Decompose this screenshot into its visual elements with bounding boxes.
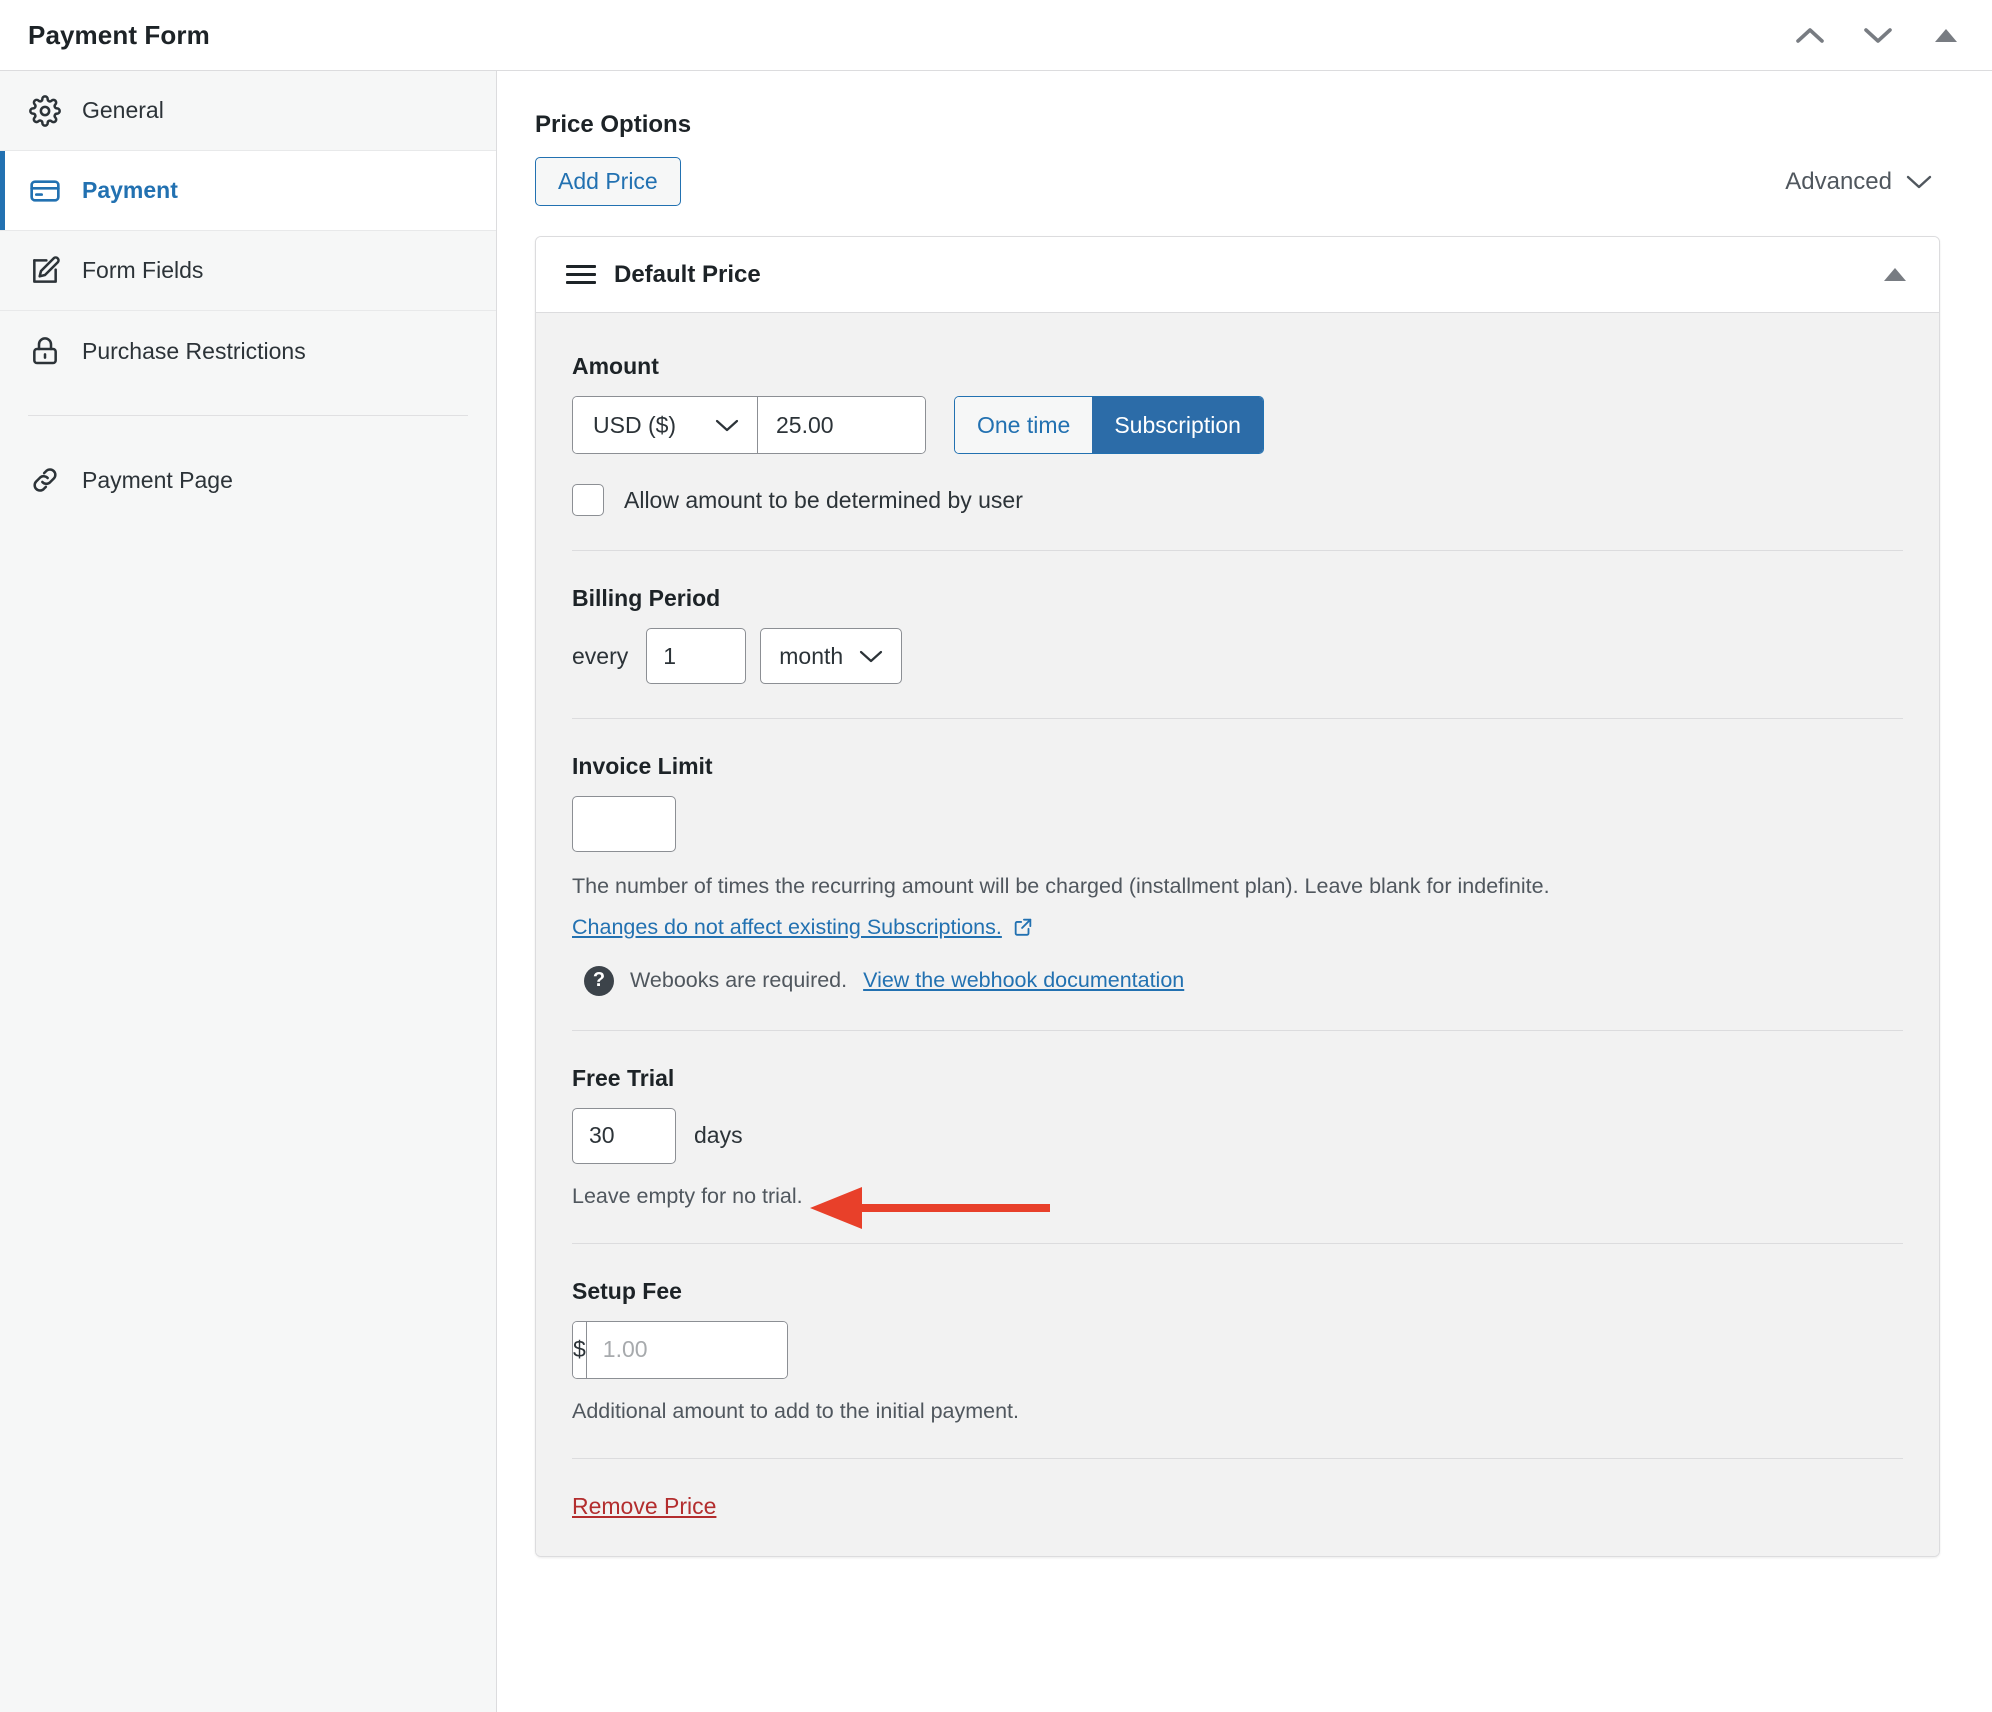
sidebar-item-payment[interactable]: Payment — [0, 151, 496, 231]
sidebar-item-label: Form Fields — [82, 257, 203, 284]
divider — [572, 1458, 1903, 1459]
price-card-title: Default Price — [614, 261, 761, 289]
billing-unit-select[interactable]: month — [760, 628, 902, 684]
advanced-label: Advanced — [1785, 168, 1892, 196]
subscription-button[interactable]: Subscription — [1092, 397, 1263, 453]
link-icon — [28, 463, 62, 497]
external-link-icon — [1012, 916, 1034, 938]
setup-fee-label: Setup Fee — [572, 1278, 1903, 1305]
free-trial-unit-label: days — [694, 1122, 743, 1149]
chevron-down-icon — [1906, 174, 1932, 190]
existing-subscriptions-link[interactable]: Changes do not affect existing Subscript… — [572, 915, 1002, 940]
window-titlebar: Payment Form — [0, 0, 1992, 71]
divider — [572, 1030, 1903, 1031]
settings-sidebar: General Payment — [0, 71, 497, 1712]
setup-fee-note: Additional amount to add to the initial … — [572, 1399, 1903, 1424]
sidebar-item-label: Payment Page — [82, 467, 233, 494]
currency-select[interactable]: USD ($) — [573, 397, 758, 453]
webhook-documentation-link[interactable]: View the webhook documentation — [863, 968, 1184, 993]
divider — [572, 718, 1903, 719]
allow-user-amount-checkbox[interactable] — [572, 484, 604, 516]
payment-form-window: Payment Form — [0, 0, 1992, 1712]
payment-settings-panel: Price Options Add Price Advanced Default… — [497, 71, 1992, 1712]
setup-fee-group: $ — [572, 1321, 788, 1379]
free-trial-input[interactable] — [572, 1108, 676, 1164]
edit-square-icon — [28, 254, 62, 288]
price-card-default: Default Price Amount USD ($) — [535, 236, 1940, 1556]
price-card-collapse-toggle[interactable] — [1875, 268, 1915, 281]
free-trial-label: Free Trial — [572, 1065, 1903, 1092]
invoice-limit-input[interactable] — [572, 796, 676, 852]
titlebar-actions — [1788, 13, 1992, 57]
triangle-up-icon — [1884, 268, 1906, 281]
sidebar-divider — [28, 415, 468, 416]
move-down-button[interactable] — [1856, 13, 1900, 57]
drag-handle-icon[interactable] — [566, 265, 596, 284]
currency-symbol: $ — [573, 1322, 587, 1378]
window-body: General Payment — [0, 71, 1992, 1712]
move-up-button[interactable] — [1788, 13, 1832, 57]
payment-mode-segmented: One time Subscription — [954, 396, 1264, 454]
billing-interval-input[interactable] — [646, 628, 746, 684]
billing-unit-value: month — [779, 643, 843, 670]
price-options-heading: Price Options — [535, 111, 1940, 139]
price-options-toolbar: Add Price Advanced — [535, 157, 1940, 206]
remove-price-link[interactable]: Remove Price — [572, 1493, 716, 1519]
amount-combo: USD ($) — [572, 396, 926, 454]
sidebar-item-form-fields[interactable]: Form Fields — [0, 231, 496, 311]
lock-icon — [28, 334, 62, 368]
chevron-down-icon — [715, 418, 739, 433]
credit-card-icon — [28, 174, 62, 208]
invoice-limit-label: Invoice Limit — [572, 753, 1903, 780]
divider — [572, 550, 1903, 551]
billing-period-row: every month — [572, 628, 1903, 684]
price-card-body: Amount USD ($) One ti — [536, 313, 1939, 1555]
help-circle-icon: ? — [584, 966, 614, 996]
price-card-header: Default Price — [536, 237, 1939, 313]
webhook-notice-text: Webooks are required. — [630, 968, 847, 993]
free-trial-note: Leave empty for no trial. — [572, 1184, 1903, 1209]
setup-fee-input[interactable] — [587, 1322, 788, 1378]
invoice-limit-help: The number of times the recurring amount… — [572, 870, 1903, 902]
free-trial-row: days — [572, 1108, 1903, 1164]
triangle-up-icon — [1935, 29, 1957, 42]
sidebar-item-label: Purchase Restrictions — [82, 338, 306, 365]
chevron-down-icon — [859, 649, 883, 664]
billing-every-label: every — [572, 643, 628, 670]
sidebar-item-label: General — [82, 97, 164, 124]
sidebar-item-payment-page[interactable]: Payment Page — [0, 440, 496, 520]
collapse-panel-button[interactable] — [1924, 13, 1968, 57]
gear-icon — [28, 94, 62, 128]
amount-label: Amount — [572, 353, 1903, 380]
chevron-up-icon — [1795, 25, 1825, 45]
allow-user-amount-row: Allow amount to be determined by user — [572, 484, 1903, 516]
allow-user-amount-label: Allow amount to be determined by user — [624, 487, 1023, 514]
webhook-notice: ? Webooks are required. View the webhook… — [572, 966, 1903, 996]
billing-period-label: Billing Period — [572, 585, 1903, 612]
page-title: Payment Form — [28, 20, 210, 51]
currency-value: USD ($) — [593, 412, 687, 439]
divider — [572, 1243, 1903, 1244]
one-time-button[interactable]: One time — [955, 397, 1092, 453]
invoice-limit-link-row: Changes do not affect existing Subscript… — [572, 915, 1903, 940]
sidebar-item-label: Payment — [82, 177, 178, 204]
amount-row: USD ($) One time Subscription — [572, 396, 1903, 454]
sidebar-item-general[interactable]: General — [0, 71, 496, 151]
add-price-button[interactable]: Add Price — [535, 157, 681, 206]
amount-input[interactable] — [758, 397, 925, 453]
advanced-toggle[interactable]: Advanced — [1785, 168, 1940, 196]
chevron-down-icon — [1863, 25, 1893, 45]
sidebar-item-purchase-restrictions[interactable]: Purchase Restrictions — [0, 311, 496, 391]
